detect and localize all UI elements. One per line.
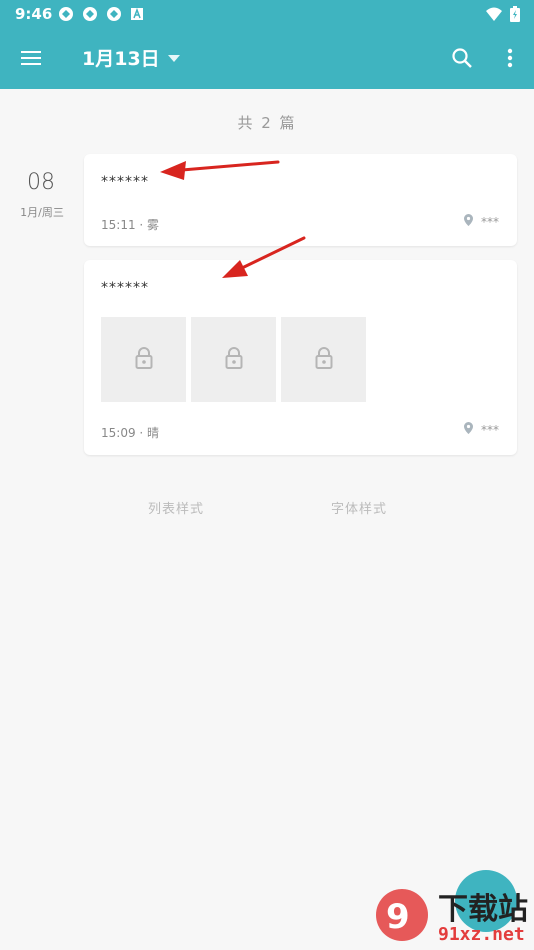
- locked-thumbnail[interactable]: [281, 317, 366, 402]
- battery-icon: [510, 6, 520, 26]
- annotation-arrows: [160, 160, 306, 278]
- notification-icon: [106, 6, 122, 22]
- more-options-icon[interactable]: [500, 46, 520, 70]
- status-time: 9:46: [15, 5, 53, 23]
- watermark: 9 下载站 91xz.net: [372, 880, 534, 950]
- locked-thumbnail[interactable]: [191, 317, 276, 402]
- font-style-option[interactable]: 字体样式: [331, 498, 387, 517]
- svg-text:9: 9: [386, 897, 410, 937]
- note-title: ******: [101, 174, 149, 190]
- note-location: ***: [464, 422, 499, 437]
- app-bar: 9:46 1月13日: [0, 0, 534, 89]
- watermark-text-sub: 91xz.net: [438, 924, 525, 945]
- notification-icon: [58, 6, 74, 22]
- note-count: 共 2 篇: [237, 114, 297, 132]
- lock-icon: [225, 346, 243, 373]
- note-card[interactable]: ****** 15:09 · 晴 ***: [84, 260, 517, 455]
- note-card[interactable]: ****** 15:11 · 雾 ***: [84, 154, 517, 246]
- note-location: ***: [464, 214, 499, 229]
- date-selector[interactable]: 1月13日: [82, 44, 180, 71]
- notification-icon: [82, 6, 98, 22]
- search-icon[interactable]: [450, 46, 474, 70]
- a-badge-icon: [130, 6, 146, 22]
- location-text: ***: [481, 214, 499, 229]
- note-title: ******: [101, 280, 149, 296]
- list-style-option[interactable]: 列表样式: [148, 498, 204, 517]
- toolbar: 1月13日: [0, 28, 534, 89]
- status-notification-icons: [58, 6, 146, 22]
- watermark-text-main: 下载站: [438, 892, 528, 927]
- toolbar-title: 1月13日: [82, 48, 160, 70]
- location-pin-icon: [464, 214, 473, 229]
- wifi-icon: [486, 6, 502, 26]
- status-bar: 9:46: [0, 0, 534, 28]
- location-text: ***: [481, 422, 499, 437]
- note-meta: 15:11 · 雾: [101, 218, 160, 232]
- locked-thumbnail[interactable]: [101, 317, 186, 402]
- lock-icon: [315, 346, 333, 373]
- menu-icon[interactable]: [20, 47, 42, 69]
- note-meta: 15:09 · 晴: [101, 426, 160, 440]
- lock-icon: [135, 346, 153, 373]
- location-pin-icon: [464, 422, 473, 437]
- date-group-sub: 1月/周三: [20, 206, 64, 219]
- status-system-icons: [486, 6, 520, 26]
- note-thumbnails: [101, 317, 366, 402]
- chevron-down-icon: [167, 55, 180, 62]
- date-group-day: 08: [27, 170, 55, 195]
